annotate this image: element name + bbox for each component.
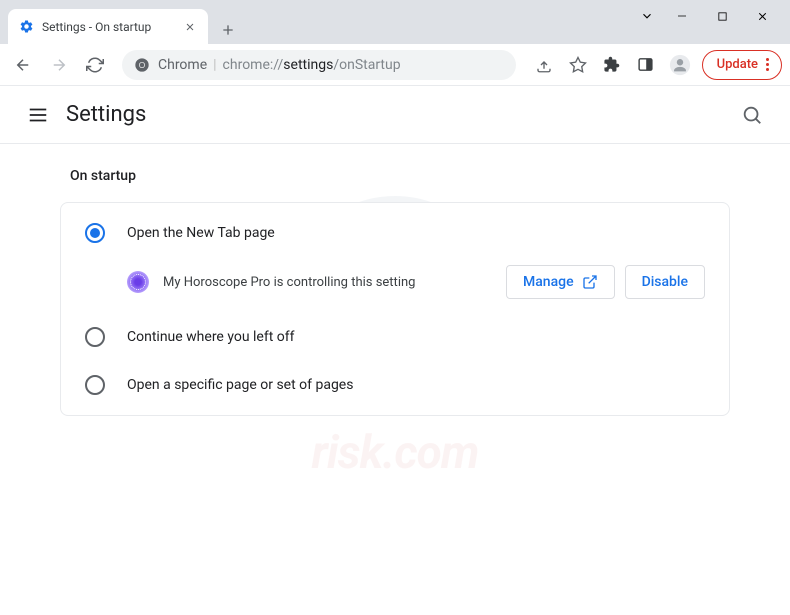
radio-selected-icon[interactable] [85,223,105,243]
extension-icon [127,271,149,293]
option-continue[interactable]: Continue where you left off [61,313,729,361]
settings-header: Settings [0,86,790,144]
menu-icon[interactable] [18,95,58,135]
address-bar[interactable]: Chrome | chrome://settings/onStartup [122,50,516,80]
sidepanel-icon[interactable] [630,49,662,81]
radio-icon[interactable] [85,375,105,395]
page-title: Settings [66,102,146,127]
maximize-button[interactable] [702,1,742,31]
kebab-menu-icon [766,58,769,71]
update-button[interactable]: Update [702,50,782,80]
share-icon[interactable] [528,49,560,81]
profile-icon[interactable] [664,49,696,81]
reload-button[interactable] [80,50,110,80]
disable-button[interactable]: Disable [625,265,705,299]
option-specific-pages[interactable]: Open a specific page or set of pages [61,361,729,409]
forward-button[interactable] [44,50,74,80]
browser-toolbar: Chrome | chrome://settings/onStartup Upd… [0,44,790,86]
search-icon[interactable] [732,95,772,135]
option-label: Open a specific page or set of pages [127,377,353,393]
close-window-button[interactable] [742,1,782,31]
tab-title: Settings - On startup [42,20,174,34]
address-text: Chrome | chrome://settings/onStartup [158,57,401,73]
gear-icon [18,19,34,35]
controlling-text: My Horoscope Pro is controlling this set… [163,275,492,290]
extension-control-notice: My Horoscope Pro is controlling this set… [61,257,729,313]
manage-button[interactable]: Manage [506,265,615,299]
close-icon[interactable] [182,19,198,35]
minimize-button[interactable] [662,1,702,31]
settings-content: On startup Open the New Tab page My Horo… [0,144,790,440]
extensions-icon[interactable] [596,49,628,81]
update-label: Update [717,57,758,72]
bookmark-icon[interactable] [562,49,594,81]
open-external-icon [582,274,598,290]
option-new-tab[interactable]: Open the New Tab page [61,209,729,257]
chrome-icon [134,57,150,73]
section-title: On startup [70,168,730,184]
option-label: Continue where you left off [127,329,295,345]
back-button[interactable] [8,50,38,80]
startup-options-card: Open the New Tab page My Horoscope Pro i… [60,202,730,416]
new-tab-button[interactable] [214,16,242,44]
browser-tab[interactable]: Settings - On startup [8,9,208,44]
radio-icon[interactable] [85,327,105,347]
option-label: Open the New Tab page [127,225,275,241]
window-titlebar: Settings - On startup [0,0,790,44]
chevron-down-icon[interactable] [632,1,662,31]
